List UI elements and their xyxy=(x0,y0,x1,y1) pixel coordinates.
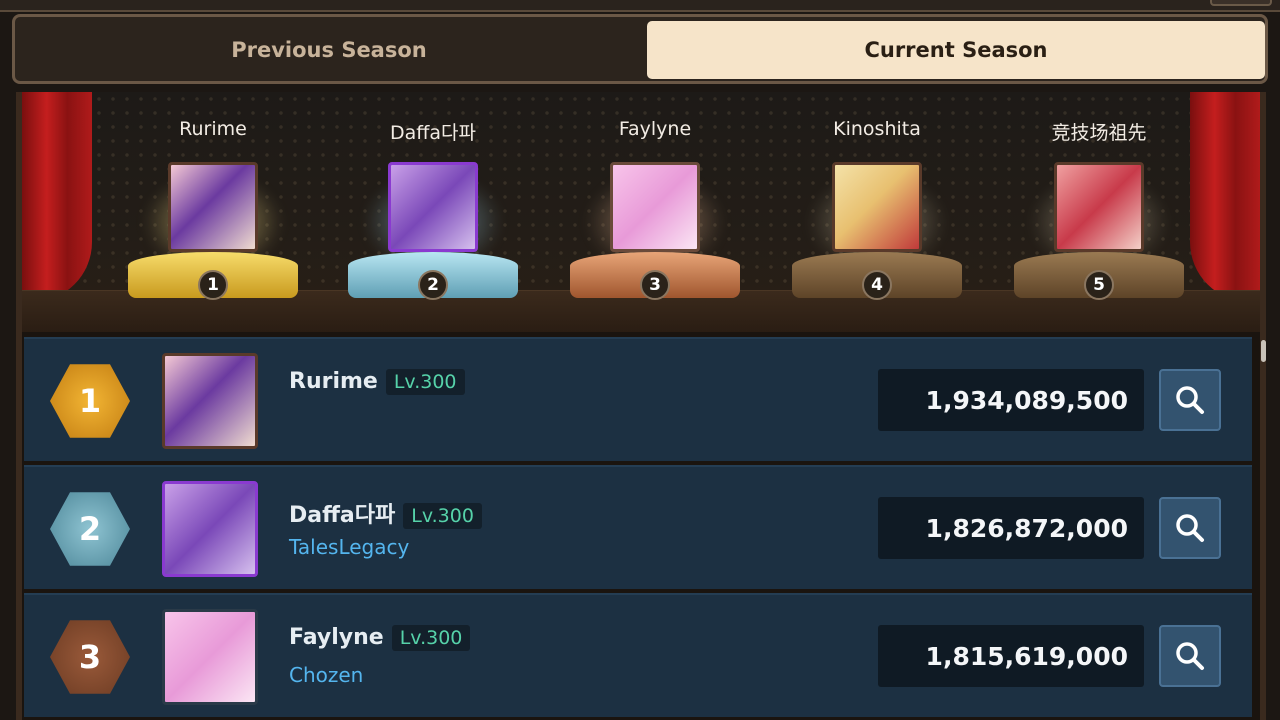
rank-badge: 1 xyxy=(50,364,130,438)
ranking-row[interactable]: 1 Rurime Lv.300 1,934,089,500 xyxy=(24,337,1252,461)
podium-name: Rurime xyxy=(179,118,247,140)
close-frame-edge[interactable] xyxy=(1210,0,1272,6)
podium-1[interactable]: Rurime 1 xyxy=(118,92,308,312)
magnifier-icon xyxy=(1176,386,1204,414)
curtain-right xyxy=(1190,92,1260,302)
avatar xyxy=(162,609,258,705)
ranking-row[interactable]: 3 Faylyne Lv.300 Chozen 1,815,619,000 xyxy=(24,593,1252,717)
rank-badge: 3 xyxy=(50,620,130,694)
search-button[interactable] xyxy=(1159,497,1221,559)
top-frame xyxy=(0,0,1280,12)
rank-badge: 2 xyxy=(50,492,130,566)
podium-name: Faylyne xyxy=(618,118,692,140)
level-badge: Lv.300 xyxy=(391,625,471,651)
podium-2[interactable]: Daffa다파 2 xyxy=(338,92,528,312)
search-button[interactable] xyxy=(1159,625,1221,687)
player-name: Rurime Lv.300 xyxy=(289,369,465,395)
podium-4[interactable]: Kinoshita 4 xyxy=(782,92,972,312)
magnifier-icon xyxy=(1176,514,1204,542)
podium-3[interactable]: Faylyne 3 xyxy=(560,92,750,312)
podium-rank: 4 xyxy=(862,270,892,300)
podium-stage: Rurime 1 Daffa다파 2 Faylyne 3 Kinoshita 4… xyxy=(16,92,1266,332)
avatar xyxy=(610,162,700,252)
score-box: 1,815,619,000 xyxy=(878,625,1144,687)
podium-rank: 5 xyxy=(1084,270,1114,300)
magnifier-icon xyxy=(1176,642,1204,670)
score-box: 1,826,872,000 xyxy=(878,497,1144,559)
player-name: Faylyne Lv.300 xyxy=(289,625,471,651)
season-tabs: Previous Season Current Season xyxy=(12,14,1268,84)
level-badge: Lv.300 xyxy=(403,503,482,529)
podium-rank: 3 xyxy=(640,270,670,300)
guild-name: TalesLegacy xyxy=(289,535,410,559)
podium-name: Kinoshita xyxy=(833,118,921,140)
curtain-left xyxy=(22,92,92,302)
podium-rank: 2 xyxy=(418,270,448,300)
avatar xyxy=(388,162,478,252)
tab-previous-season[interactable]: Previous Season xyxy=(19,21,639,79)
avatar xyxy=(162,481,258,577)
avatar xyxy=(1054,162,1144,252)
podium-rank: 1 xyxy=(198,270,228,300)
tab-current-season[interactable]: Current Season xyxy=(647,21,1265,79)
search-button[interactable] xyxy=(1159,369,1221,431)
ranking-row[interactable]: 2 Daffa다파 Lv.300 TalesLegacy 1,826,872,00… xyxy=(24,465,1252,589)
guild-name: Chozen xyxy=(289,663,364,687)
scrollbar[interactable] xyxy=(1261,340,1266,362)
podium-name: Daffa다파 xyxy=(390,122,476,144)
avatar xyxy=(832,162,922,252)
player-name: Daffa다파 Lv.300 xyxy=(289,497,482,529)
score-box: 1,934,089,500 xyxy=(878,369,1144,431)
avatar xyxy=(162,353,258,449)
podium-5[interactable]: 竞技场祖先 5 xyxy=(1004,92,1194,312)
level-badge: Lv.300 xyxy=(385,369,465,395)
podium-name: 竞技场祖先 xyxy=(1051,122,1147,144)
avatar xyxy=(168,162,258,252)
